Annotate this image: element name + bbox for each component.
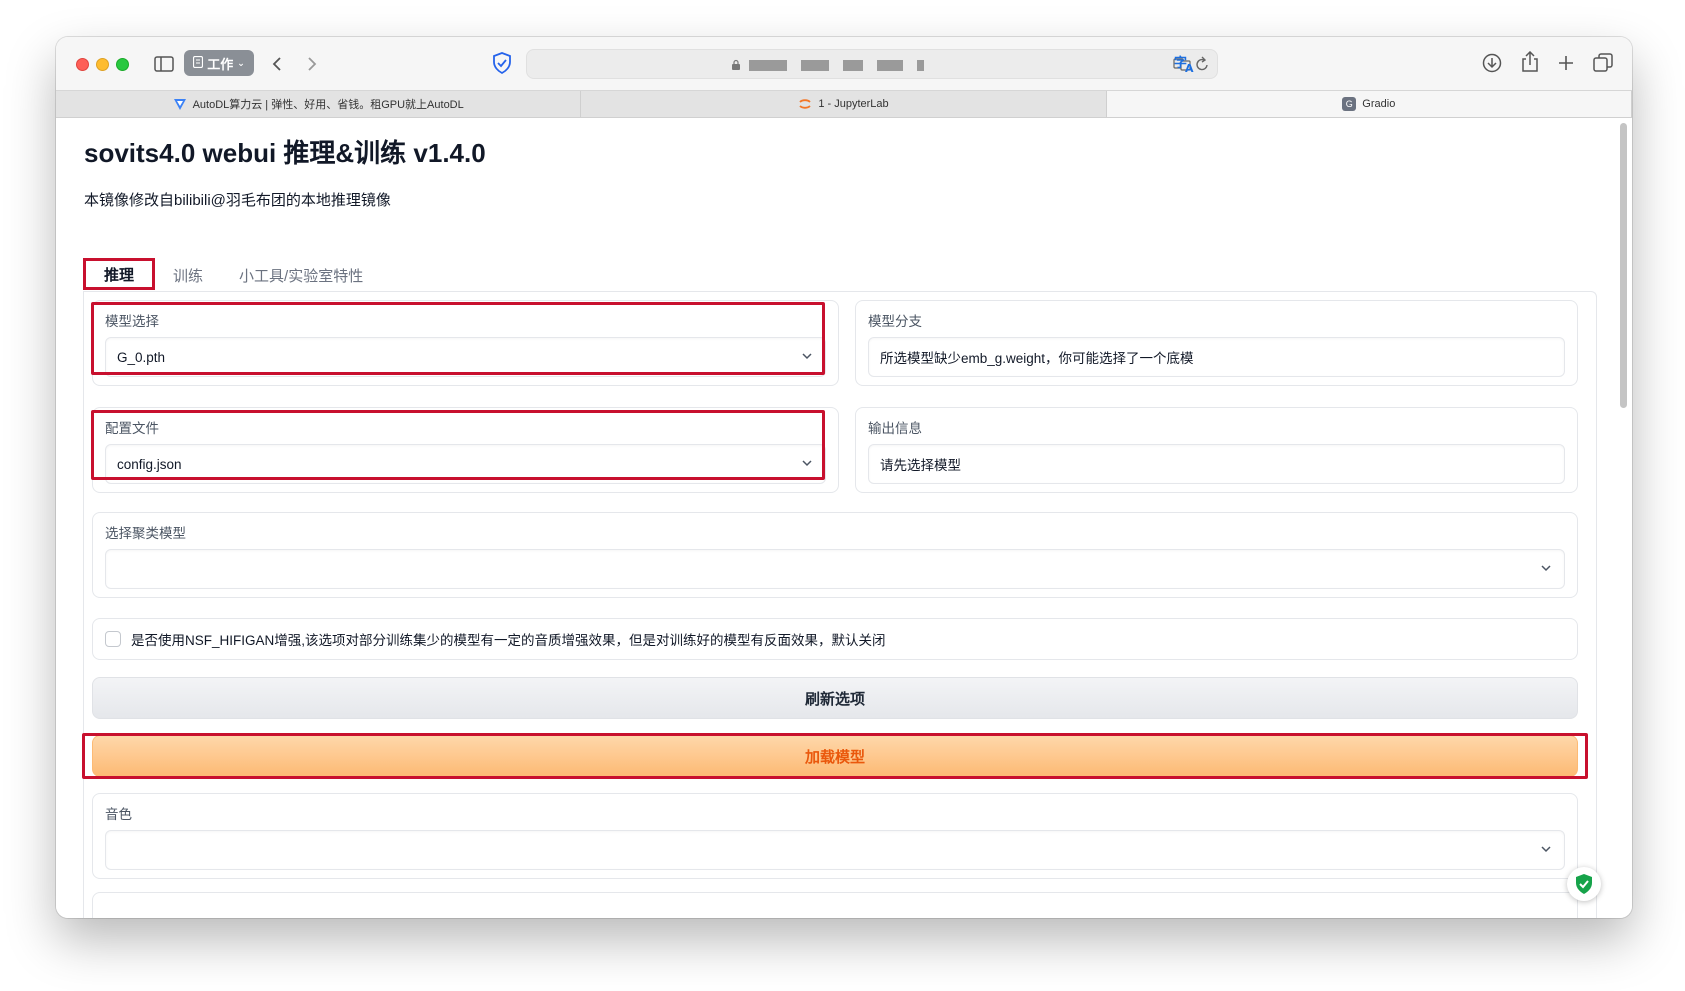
model-select-dropdown[interactable]: G_0.pth [105, 337, 826, 377]
sidebar-toggle-icon[interactable] [153, 54, 175, 74]
config-file-value: config.json [117, 456, 182, 472]
browser-tab-jupyter[interactable]: 1 - JupyterLab [581, 91, 1107, 117]
load-model-button[interactable]: 加载模型 [92, 735, 1578, 777]
minimize-window-button[interactable] [96, 58, 109, 71]
security-shield-icon[interactable] [1567, 867, 1601, 901]
page-title: sovits4.0 webui 推理&训练 v1.4.0 [84, 138, 486, 168]
tab-tools[interactable]: 小工具/实验室特性 [221, 260, 381, 290]
privacy-shield-icon[interactable] [490, 51, 514, 75]
nsf-hifigan-label: 是否使用NSF_HIFIGAN增强,该选项对部分训练集少的模型有一定的音质增强效… [131, 633, 886, 648]
chevron-down-icon [801, 457, 813, 472]
cluster-model-dropdown[interactable] [105, 549, 1565, 589]
cluster-model-block: 选择聚类模型 [92, 512, 1578, 598]
address-bar[interactable] [526, 49, 1218, 79]
browser-tab-label: Gradio [1362, 98, 1396, 110]
browser-tab-label: 1 - JupyterLab [818, 98, 889, 110]
browser-tab-gradio[interactable]: G Gradio [1106, 91, 1632, 117]
share-icon[interactable] [1518, 50, 1542, 74]
model-select-block: 模型选择 G_0.pth [92, 300, 839, 386]
model-branch-label: 模型分支 [868, 314, 922, 329]
tab-training[interactable]: 训练 [155, 260, 221, 290]
tab-overview-icon[interactable] [1591, 51, 1615, 75]
document-icon [193, 55, 204, 71]
forward-arrow-icon[interactable] [302, 53, 322, 75]
page-description: 本镜像修改自bilibili@羽毛布团的本地推理镜像 [84, 192, 391, 209]
translate-icon[interactable]: 字A [1173, 51, 1197, 75]
close-window-button[interactable] [76, 58, 89, 71]
output-info-block: 输出信息 请先选择模型 [855, 407, 1578, 493]
output-info-textbox[interactable]: 请先选择模型 [868, 444, 1565, 484]
nsf-hifigan-checkbox[interactable] [105, 631, 121, 647]
next-block [92, 892, 1578, 918]
browser-tab-autodl[interactable]: AutoDL算力云 | 弹性、好用、省钱。租GPU就上AutoDL [56, 91, 582, 117]
zoom-window-button[interactable] [116, 58, 129, 71]
new-tab-icon[interactable] [1554, 51, 1578, 75]
inference-panel: 模型选择 G_0.pth 模型分支 所选模型缺少emb_g.weight，你可能… [82, 291, 1597, 918]
chevron-down-icon [1540, 843, 1552, 858]
gradio-page: sovits4.0 webui 推理&训练 v1.4.0 本镜像修改自bilib… [56, 119, 1632, 918]
model-branch-block: 模型分支 所选模型缺少emb_g.weight，你可能选择了一个底模 [855, 300, 1578, 386]
model-select-value: G_0.pth [117, 349, 166, 365]
model-select-label: 模型选择 [105, 314, 159, 329]
app-tabs: 推理 训练 小工具/实验室特性 [83, 256, 381, 290]
cluster-model-label: 选择聚类模型 [105, 526, 186, 541]
back-arrow-icon[interactable] [267, 53, 287, 75]
page-scrollbar[interactable] [1620, 123, 1627, 408]
gradio-logo-icon: G [1342, 97, 1357, 111]
chevron-down-icon [801, 350, 813, 365]
model-branch-value: 所选模型缺少emb_g.weight，你可能选择了一个底模 [880, 351, 1194, 366]
model-branch-textbox[interactable]: 所选模型缺少emb_g.weight，你可能选择了一个底模 [868, 337, 1565, 377]
tab-inference[interactable]: 推理 [83, 258, 156, 290]
jupyter-logo-icon [798, 97, 812, 111]
config-file-block: 配置文件 config.json [92, 407, 839, 493]
timbre-label: 音色 [105, 807, 132, 822]
output-info-label: 输出信息 [868, 421, 922, 436]
lock-icon [731, 58, 741, 76]
tab-group-label: 工作 [207, 56, 234, 72]
browser-tab-label: AutoDL算力云 | 弹性、好用、省钱。租GPU就上AutoDL [192, 99, 464, 111]
autodl-logo-icon [173, 97, 187, 111]
browser-window: 工作 ⌄ 字 A AutoDL算力云 | 弹性、好用、省钱。租GPU就上Auto… [56, 37, 1632, 918]
browser-toolbar: 工作 ⌄ 字 A [56, 37, 1632, 90]
timbre-dropdown[interactable] [105, 830, 1565, 870]
browser-tab-strip: AutoDL算力云 | 弹性、好用、省钱。租GPU就上AutoDL 1 - Ju… [56, 90, 1632, 118]
nsf-hifigan-option[interactable]: 是否使用NSF_HIFIGAN增强,该选项对部分训练集少的模型有一定的音质增强效… [92, 618, 1578, 660]
svg-text:A: A [1185, 62, 1194, 73]
refresh-options-button[interactable]: 刷新选项 [92, 677, 1578, 719]
chevron-down-icon: ⌄ [237, 57, 245, 68]
reload-icon[interactable] [1195, 56, 1209, 77]
blurred-url [749, 60, 924, 71]
timbre-block: 音色 [92, 793, 1578, 879]
tab-group-button[interactable]: 工作 ⌄ [184, 50, 254, 76]
download-icon[interactable] [1480, 51, 1504, 75]
output-info-value: 请先选择模型 [880, 458, 961, 473]
chevron-down-icon [1540, 562, 1552, 577]
config-file-dropdown[interactable]: config.json [105, 444, 826, 484]
config-file-label: 配置文件 [105, 421, 159, 436]
